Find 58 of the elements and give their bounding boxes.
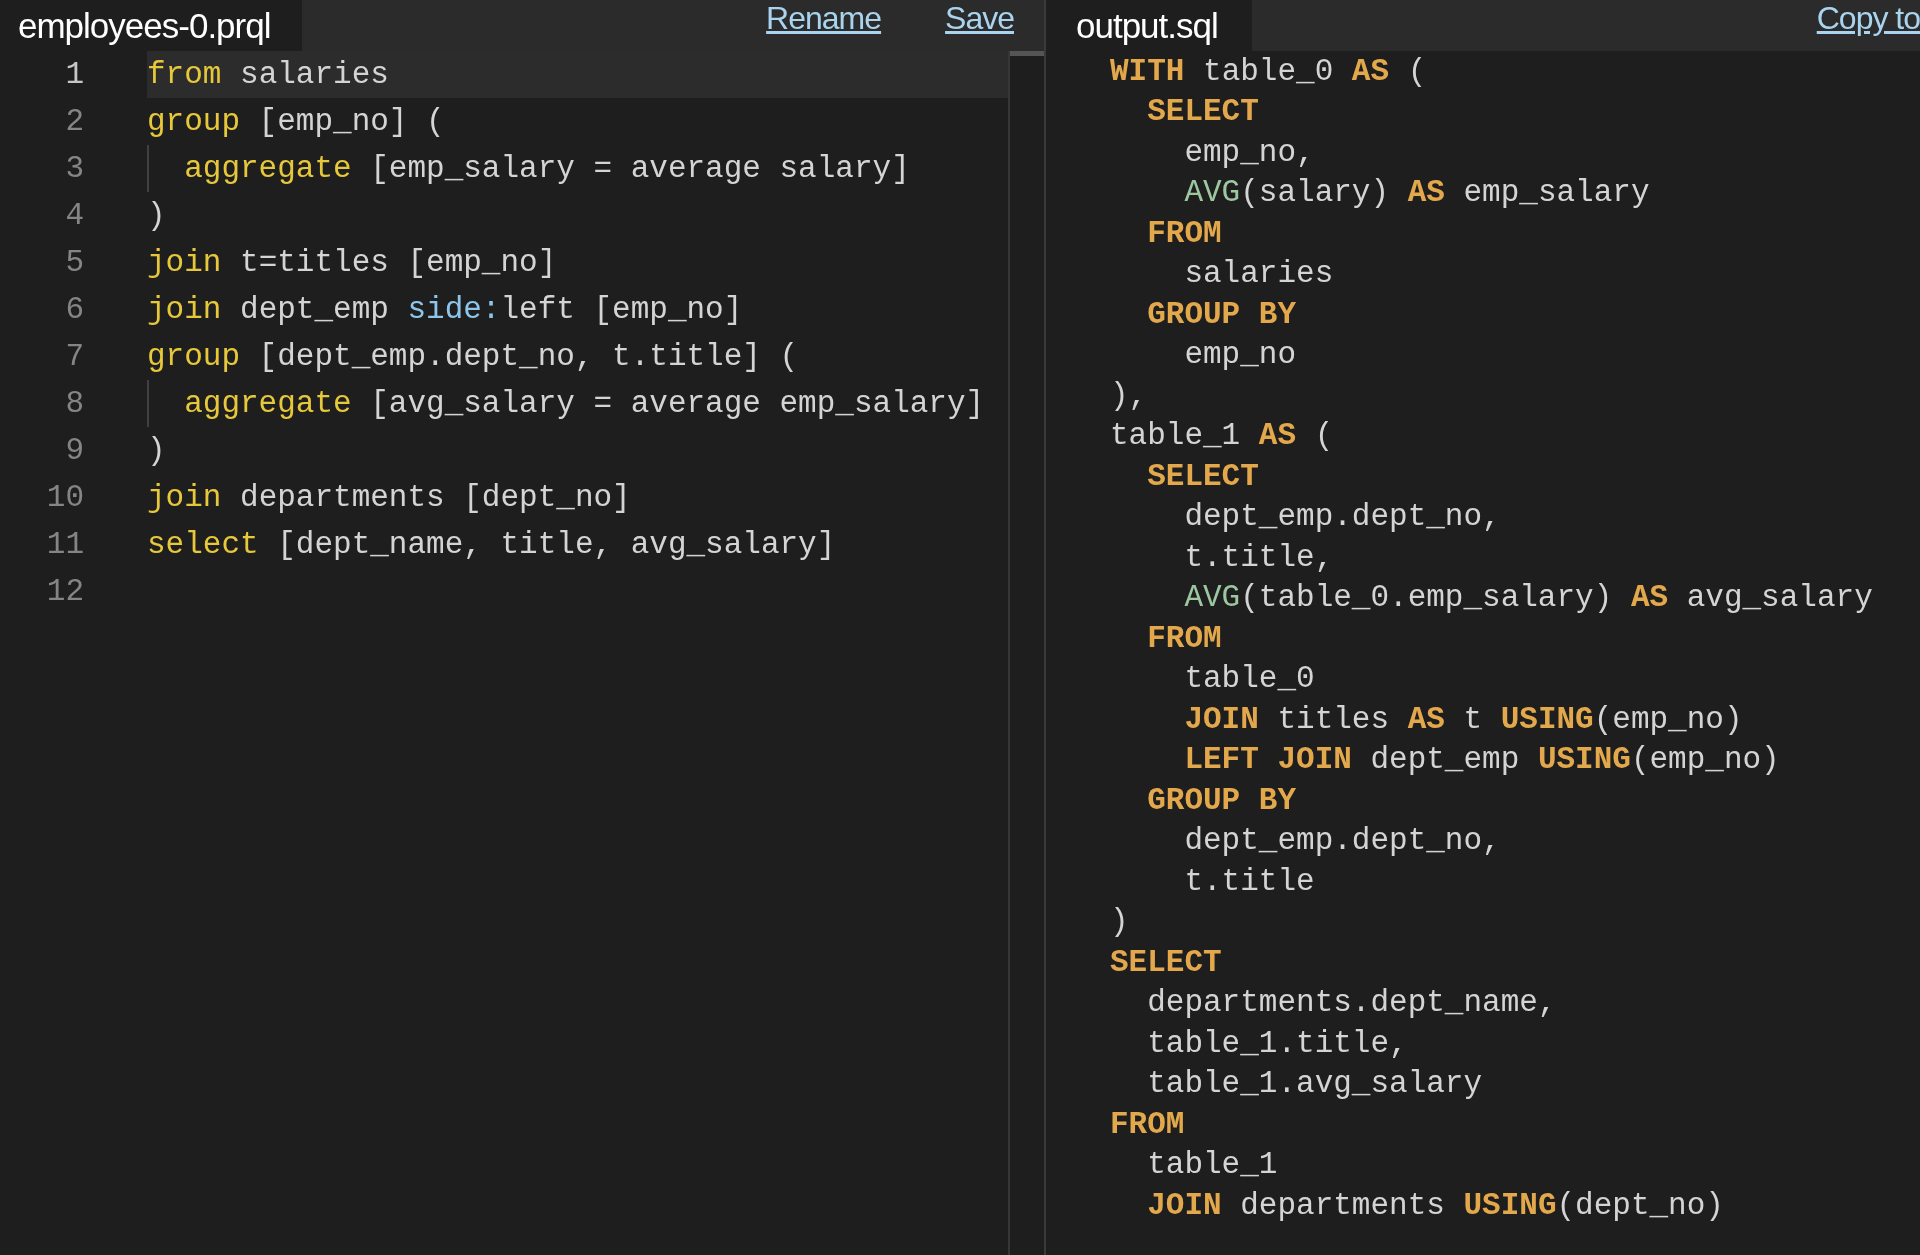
line-number: 4 bbox=[64, 198, 84, 233]
code-line: AVG(salary) AS emp_salary bbox=[1184, 174, 1651, 213]
code-line: table_1.title, bbox=[1147, 1024, 1409, 1063]
code-line: LEFT JOIN dept_emp USING(emp_no) bbox=[1184, 741, 1781, 780]
action-link[interactable]: Rename bbox=[766, 0, 882, 36]
code-line: SELECT bbox=[1147, 93, 1260, 132]
line-number: 11 bbox=[45, 527, 84, 562]
file-tab[interactable]: employees-0.prql bbox=[0, 0, 303, 51]
line-number: 6 bbox=[64, 292, 84, 327]
line-number: 8 bbox=[64, 386, 84, 421]
code-line: join departments [dept_no] bbox=[147, 479, 632, 517]
code-line: FROM bbox=[1147, 214, 1223, 253]
code-line: group [emp_no] ( bbox=[147, 103, 446, 141]
code-line: emp_no, bbox=[1184, 133, 1316, 172]
code-line: select [dept_name, title, avg_salary] bbox=[147, 526, 837, 564]
line-number: 3 bbox=[64, 151, 84, 186]
line-number: 10 bbox=[45, 480, 84, 515]
code-line: dept_emp.dept_no, bbox=[1184, 822, 1502, 861]
code-line: aggregate [emp_salary = average salary] bbox=[184, 150, 911, 188]
code-line: join dept_emp side:left [emp_no] bbox=[147, 291, 744, 329]
code-line: dept_emp.dept_no, bbox=[1184, 498, 1502, 537]
code-line: join t=titles [emp_no] bbox=[147, 244, 558, 282]
code-line: JOIN departments USING(dept_no) bbox=[1147, 1186, 1725, 1225]
code-line: SELECT bbox=[1147, 457, 1260, 496]
code-line: t.title bbox=[1184, 862, 1316, 901]
line-number: 7 bbox=[64, 339, 84, 374]
code-line: ), bbox=[1110, 376, 1149, 415]
line-number: 5 bbox=[64, 245, 84, 280]
scrollbar-marker bbox=[1010, 51, 1044, 56]
code-line: ) bbox=[1110, 903, 1130, 942]
code-line: SELECT bbox=[1110, 943, 1223, 982]
scrollbar-track[interactable] bbox=[1008, 51, 1044, 1255]
code-line: GROUP BY bbox=[1147, 295, 1298, 334]
code-line: aggregate [avg_salary = average emp_salary] bbox=[184, 385, 986, 423]
code-line: departments.dept_name, bbox=[1147, 984, 1558, 1023]
code-line: group [dept_emp.dept_no, t.title] ( bbox=[147, 338, 800, 376]
code-line: table_1 bbox=[1147, 1146, 1279, 1185]
code-line: table_0 bbox=[1184, 660, 1316, 699]
file-tab[interactable]: output.sql bbox=[1046, 0, 1252, 51]
action-link[interactable]: Copy to bbox=[1816, 0, 1920, 36]
code-line: AVG(table_0.emp_salary) AS avg_salary bbox=[1184, 579, 1874, 618]
code-line: salaries bbox=[1184, 255, 1335, 294]
code-line: table_1.avg_salary bbox=[1147, 1065, 1484, 1104]
code-line: ) bbox=[147, 432, 167, 470]
code-line: FROM bbox=[1147, 619, 1223, 658]
code-line: WITH table_0 AS ( bbox=[1110, 52, 1428, 91]
action-link[interactable]: Save bbox=[945, 0, 1014, 36]
code-line: FROM bbox=[1110, 1105, 1186, 1144]
code-line: ) bbox=[147, 197, 167, 235]
code-line: emp_no bbox=[1184, 336, 1298, 375]
line-number: 2 bbox=[64, 104, 84, 139]
code-line: JOIN titles AS t USING(emp_no) bbox=[1184, 700, 1744, 739]
line-number: 9 bbox=[64, 433, 84, 468]
line-number: 12 bbox=[45, 574, 84, 609]
code-line: table_1 AS ( bbox=[1110, 417, 1335, 456]
code-line: t.title, bbox=[1184, 538, 1335, 577]
line-number: 1 bbox=[64, 57, 84, 92]
code-line: GROUP BY bbox=[1147, 781, 1298, 820]
